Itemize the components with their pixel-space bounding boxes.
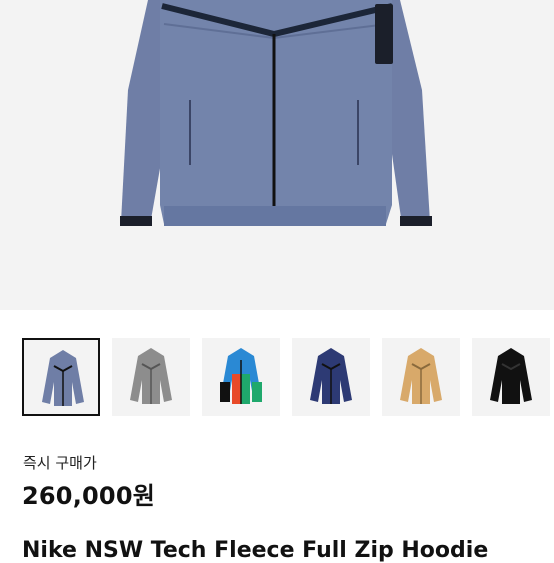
price: 260,000원 (22, 482, 155, 510)
price-label: 즉시 구매가 (23, 454, 97, 472)
thumbnail-blue-gray[interactable] (22, 338, 100, 416)
thumbnail-navy[interactable] (292, 338, 370, 416)
product-hero-image[interactable] (0, 0, 554, 310)
hoodie-thumbnail-icon (400, 348, 442, 404)
thumbnail-gray[interactable] (112, 338, 190, 416)
hoodie-thumbnail-icon (130, 348, 172, 404)
hoodie-thumbnail-icon (490, 348, 532, 404)
hoodie-thumbnail-icon (42, 350, 84, 406)
product-title: Nike NSW Tech Fleece Full Zip Hoodie (22, 538, 489, 563)
thumbnail-multicolor[interactable] (202, 338, 280, 416)
hoodie-thumbnail-icon (310, 348, 352, 404)
hoodie-illustration (120, 0, 432, 226)
thumbnail-black[interactable] (472, 338, 550, 416)
hoodie-thumbnail-icon (220, 348, 262, 404)
color-thumbnail-list (22, 338, 554, 416)
thumbnail-tan[interactable] (382, 338, 460, 416)
